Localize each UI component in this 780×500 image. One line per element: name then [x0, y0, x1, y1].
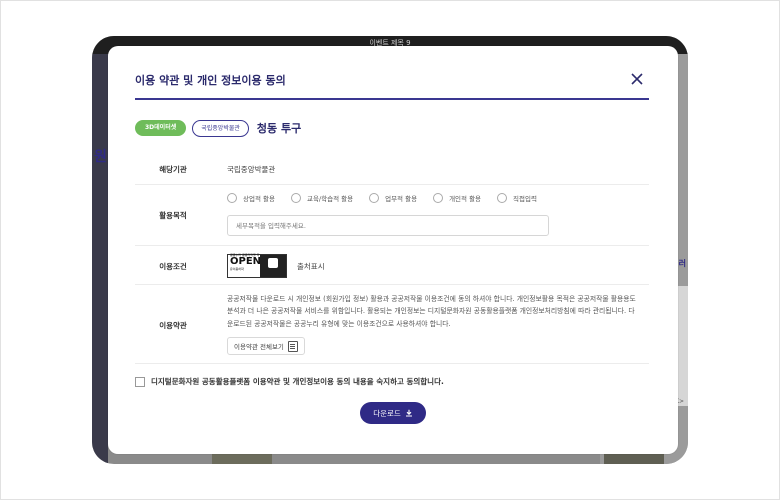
row-label: 이용약관 — [159, 321, 187, 330]
radio-commercial[interactable]: 상업적 활용 — [227, 193, 275, 203]
radio-education[interactable]: 교육/학습적 활용 — [290, 193, 354, 203]
purpose-options: 상업적 활용 교육/학습적 활용 업무적 활용 개인적 활용 직접입력 — [227, 193, 553, 203]
agree-checkbox[interactable]: 디지털문화자원 공동활용플랫폼 이용약관 및 개인정보이용 동의 내용을 숙지하… — [135, 376, 444, 387]
radio-circle-icon — [433, 193, 444, 203]
item-title: 청동 투구 — [256, 122, 302, 135]
radio-circle-icon — [497, 193, 508, 203]
terms-text: 공공저작물 다운로드 시 개인정보 (회원가입 정보) 활용과 공공저작물 이용… — [227, 295, 636, 328]
consent-modal: 이용 약관 및 개인 정보이용 동의 3D데이터셋 국립중앙박물관 청동 투구 … — [108, 46, 678, 454]
radio-business[interactable]: 업무적 활용 — [369, 193, 417, 203]
row-license: 이용조건 OPEN 공공누리 공공저작물 자유이용허락 출처표시 — [135, 246, 649, 285]
radio-label: 상업적 활용 — [243, 195, 275, 203]
document-icon — [287, 340, 298, 352]
background-left-text: 원 — [94, 149, 107, 165]
institution-value: 국립중앙박물관 — [227, 165, 276, 174]
radio-direct-input[interactable]: 직접입력 — [497, 193, 537, 203]
tag-institution: 국립중앙박물관 — [192, 119, 249, 137]
view-all-terms-button[interactable]: 이용약관 전체보기 — [227, 337, 305, 355]
radio-personal[interactable]: 개인적 활용 — [433, 193, 481, 203]
download-button[interactable]: 다운로드 — [360, 402, 426, 424]
row-terms: 이용약관 공공저작물 다운로드 시 개인정보 (회원가입 정보) 활용과 공공저… — [135, 285, 649, 364]
background-left-panel — [92, 54, 108, 464]
license-attribution: 출처표시 — [297, 262, 325, 271]
item-tags: 3D데이터셋 국립중앙박물관 청동 투구 — [135, 118, 301, 138]
radio-label: 교육/학습적 활용 — [306, 195, 354, 203]
radio-circle-icon — [290, 193, 301, 203]
download-label: 다운로드 — [373, 408, 401, 418]
close-icon — [631, 73, 643, 85]
modal-title: 이용 약관 및 개인 정보이용 동의 — [135, 74, 286, 87]
row-label: 해당기관 — [159, 165, 187, 174]
row-institution: 해당기관 국립중앙박물관 — [135, 152, 649, 185]
radio-label: 직접입력 — [513, 195, 537, 203]
open-license-badge: OPEN 공공누리 공공저작물 자유이용허락 — [227, 253, 287, 278]
row-label: 이용조건 — [159, 262, 187, 271]
radio-circle-icon — [369, 193, 380, 203]
view-all-terms-label: 이용약관 전체보기 — [234, 343, 284, 351]
tag-dataset: 3D데이터셋 — [135, 120, 187, 136]
title-divider — [135, 98, 649, 100]
row-label: 활용목적 — [159, 211, 187, 220]
close-button[interactable] — [628, 70, 646, 88]
info-table: 해당기관 국립중앙박물관 활용목적 상업적 활용 교육/학습적 활용 업무적 활… — [135, 152, 649, 364]
attribution-icon — [260, 255, 286, 277]
radio-label: 업무적 활용 — [385, 195, 418, 203]
ogl-caption: 공공누리 공공저작물 자유이용허락 — [230, 253, 260, 271]
radio-label: 개인적 활용 — [449, 195, 482, 203]
radio-circle-icon — [227, 193, 237, 203]
agree-text: 디지털문화자원 공동활용플랫폼 이용약관 및 개인정보이용 동의 내용을 숙지하… — [151, 377, 444, 386]
row-purpose: 활용목적 상업적 활용 교육/학습적 활용 업무적 활용 개인적 활용 직접입력 — [135, 185, 649, 246]
purpose-detail-input[interactable] — [227, 215, 549, 236]
download-icon — [405, 409, 412, 417]
checkbox-icon — [135, 376, 145, 387]
ogl-word: OPEN 공공누리 공공저작물 자유이용허락 — [228, 253, 261, 277]
